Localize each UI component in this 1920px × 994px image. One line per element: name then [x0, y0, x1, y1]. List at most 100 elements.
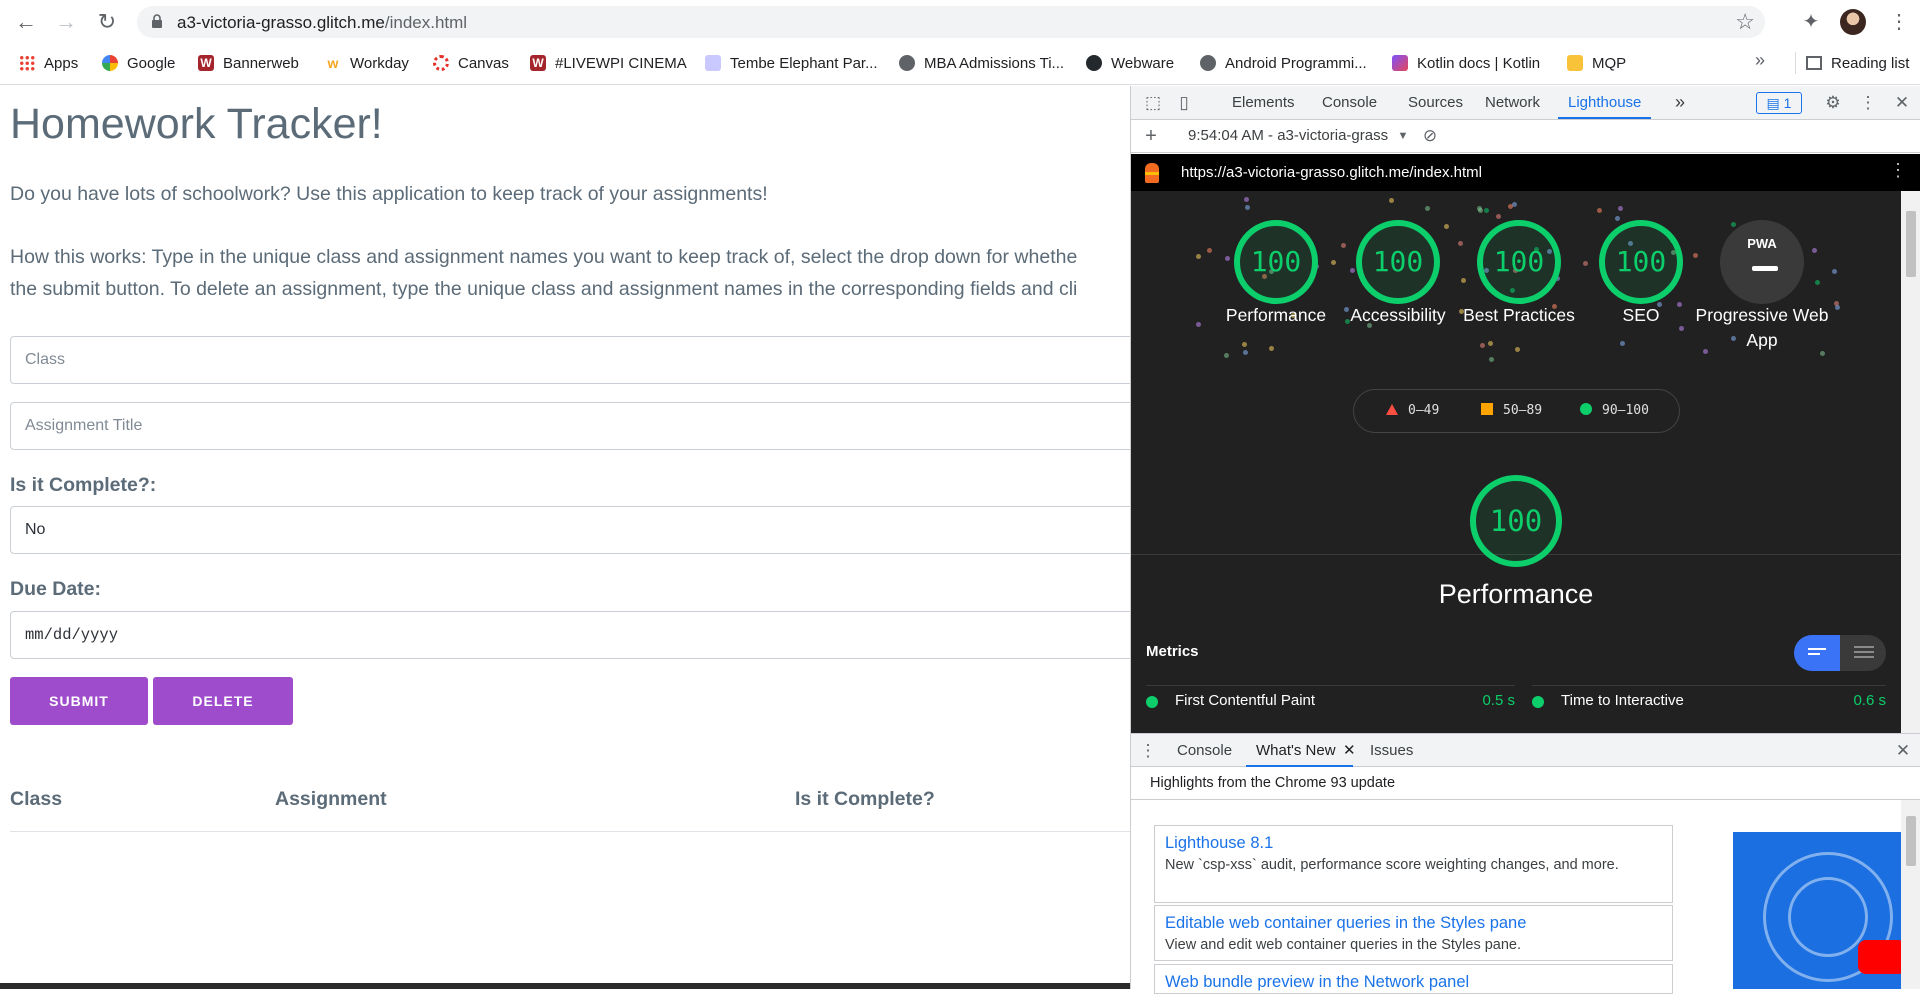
expanded-view-icon-line	[1854, 656, 1874, 658]
whats-new-item-title[interactable]: Web bundle preview in the Network panel	[1165, 971, 1662, 993]
score-gauge-best-practices[interactable]: 100	[1477, 220, 1561, 304]
score-legend: 0–49 50–89 90–100	[1353, 389, 1680, 433]
bookmark-tembe[interactable]: Tembe Elephant Par...	[705, 52, 878, 74]
bookmark-star-icon[interactable]: ☆	[1735, 9, 1755, 35]
average-square-icon	[1481, 403, 1493, 415]
youtube-play-icon[interactable]	[1858, 940, 1901, 974]
tab-network[interactable]: Network	[1485, 86, 1540, 119]
kotlin-icon	[1392, 55, 1408, 71]
url-text: a3-victoria-grasso.glitch.me/index.html	[177, 13, 468, 32]
confetti-dot	[1693, 252, 1699, 258]
address-bar[interactable]: a3-victoria-grasso.glitch.me/index.html …	[137, 6, 1765, 38]
due-date-input[interactable]: mm/dd/yyyy	[10, 611, 1130, 659]
bookmark-google[interactable]: Google	[102, 52, 175, 74]
clear-reports-icon[interactable]: ⊘	[1420, 126, 1440, 146]
drawer-tab-issues[interactable]: Issues	[1370, 734, 1413, 767]
bookmark-workday[interactable]: w Workday	[325, 52, 409, 74]
report-scrollbar[interactable]	[1901, 191, 1920, 733]
metrics-view-toggle[interactable]	[1794, 635, 1886, 671]
extensions-icon[interactable]: ✦	[1797, 8, 1825, 36]
tab-lighthouse[interactable]: Lighthouse	[1558, 86, 1652, 119]
back-icon[interactable]: ←	[12, 8, 40, 36]
complete-select[interactable]: No	[10, 506, 1130, 554]
toggle-compact-view[interactable]	[1794, 635, 1840, 671]
whats-new-scrollbar[interactable]	[1901, 800, 1920, 989]
dropdown-arrow-icon[interactable]: ▼	[1393, 126, 1413, 146]
confetti-dot	[1224, 255, 1230, 261]
confetti-dot	[1242, 342, 1248, 348]
confetti-dot	[1831, 268, 1837, 274]
lighthouse-report: 100 100 100 100 PWA Performance Accessib…	[1131, 191, 1901, 733]
close-tab-icon[interactable]: ✕	[1343, 734, 1356, 767]
bookmark-canvas[interactable]: Canvas	[433, 52, 509, 74]
performance-section-title: Performance	[1438, 579, 1594, 609]
bookmark-kotlin[interactable]: Kotlin docs | Kotlin	[1392, 52, 1540, 74]
bookmark-mqp[interactable]: MQP	[1567, 52, 1626, 74]
report-menu-icon[interactable]: ⋮	[1889, 160, 1907, 181]
delete-button[interactable]: DELETE	[153, 677, 293, 725]
folder-icon	[1567, 55, 1583, 71]
whats-new-item-title[interactable]: Lighthouse 8.1	[1165, 832, 1662, 854]
whats-new-item[interactable]: Editable web container queries in the St…	[1154, 905, 1673, 961]
confetti-dot	[1330, 259, 1336, 265]
performance-big-gauge[interactable]: 100	[1470, 475, 1562, 567]
video-decoration	[1788, 877, 1868, 957]
tab-elements[interactable]: Elements	[1232, 86, 1295, 119]
whats-new-header: Highlights from the Chrome 93 update	[1131, 767, 1920, 800]
score-gauge-seo[interactable]: 100	[1599, 220, 1683, 304]
bookmark-apps[interactable]: Apps	[19, 52, 78, 74]
bookmark-mba[interactable]: MBA Admissions Ti...	[899, 52, 1064, 74]
whats-new-item[interactable]: Lighthouse 8.1 New `csp-xss` audit, perf…	[1154, 825, 1673, 903]
table-header-complete: Is it Complete?	[795, 788, 935, 810]
wpi-icon: W	[530, 55, 546, 71]
device-toolbar-icon[interactable]: ▯	[1174, 93, 1194, 113]
devtools-menu-icon[interactable]: ⋮	[1858, 93, 1878, 113]
globe-icon	[899, 55, 915, 71]
bookmark-bannerweb[interactable]: W Bannerweb	[198, 52, 299, 74]
scrollbar-thumb[interactable]	[1906, 816, 1916, 866]
forward-icon[interactable]: →	[52, 8, 80, 36]
tab-console[interactable]: Console	[1322, 86, 1377, 119]
scrollbar-thumb[interactable]	[1906, 211, 1916, 277]
bookmark-webware[interactable]: Webware	[1086, 52, 1174, 74]
report-url[interactable]: https://a3-victoria-grasso.glitch.me/ind…	[1181, 164, 1482, 181]
new-report-plus-icon[interactable]: +	[1141, 126, 1161, 146]
more-bookmarks-icon[interactable]: »	[1755, 50, 1765, 71]
submit-button[interactable]: SUBMIT	[10, 677, 148, 725]
close-drawer-icon[interactable]: ✕	[1893, 741, 1913, 761]
confetti-dot	[1814, 280, 1820, 286]
confetti-dot	[1508, 203, 1514, 209]
bookmark-livewpi-cinema[interactable]: W #LIVEWPI CINEMA	[530, 52, 687, 74]
class-input[interactable]: Class	[10, 336, 1130, 384]
whats-new-item[interactable]: Web bundle preview in the Network panel	[1154, 964, 1673, 994]
assignment-input[interactable]: Assignment Title	[10, 402, 1130, 450]
github-icon	[1086, 55, 1102, 71]
drawer-menu-icon[interactable]: ⋮	[1138, 741, 1158, 761]
score-gauge-performance[interactable]: 100	[1234, 220, 1318, 304]
inspect-element-icon[interactable]: ⬚	[1143, 93, 1163, 113]
score-gauge-pwa[interactable]: PWA	[1720, 220, 1804, 304]
page-title: Homework Tracker!	[10, 100, 383, 148]
more-tabs-icon[interactable]: »	[1675, 86, 1685, 119]
confetti-dot	[1615, 216, 1621, 222]
tab-sources[interactable]: Sources	[1408, 86, 1463, 119]
avatar[interactable]	[1840, 9, 1866, 35]
settings-gear-icon[interactable]: ⚙	[1823, 93, 1843, 113]
reload-icon[interactable]: ↻	[93, 8, 121, 36]
confetti-dot	[1834, 305, 1840, 310]
drawer-tab-whats-new[interactable]: What's New ✕	[1246, 734, 1356, 767]
report-selector[interactable]: 9:54:04 AM - a3-victoria-grass	[1188, 127, 1408, 144]
whats-new-video-thumbnail[interactable]	[1733, 832, 1901, 989]
bookmark-android[interactable]: Android Programmi...	[1200, 52, 1367, 74]
score-gauge-accessibility[interactable]: 100	[1356, 220, 1440, 304]
intro-text: Do you have lots of schoolwork? Use this…	[10, 183, 768, 205]
close-devtools-icon[interactable]: ✕	[1892, 93, 1912, 113]
bottom-edge	[0, 983, 1130, 989]
issues-badge[interactable]: ▤ 1	[1756, 92, 1802, 114]
expanded-view-icon[interactable]	[1854, 646, 1874, 648]
chrome-menu-icon[interactable]: ⋮	[1885, 8, 1913, 36]
drawer-tab-console[interactable]: Console	[1177, 734, 1232, 767]
legend-fail: 0–49	[1386, 403, 1439, 418]
reading-list[interactable]: Reading list	[1795, 52, 1909, 74]
whats-new-item-title[interactable]: Editable web container queries in the St…	[1165, 912, 1662, 934]
